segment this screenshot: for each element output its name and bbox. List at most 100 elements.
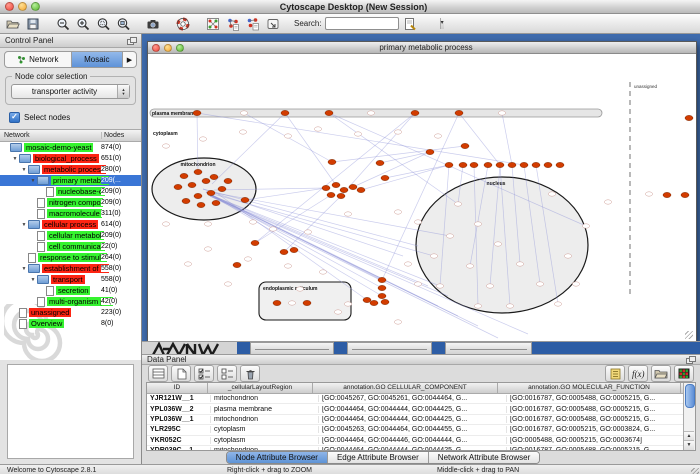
visual-styles-icon[interactable] [224, 15, 242, 32]
tree-header-nodes[interactable]: Nodes [102, 132, 141, 139]
graph-node-highlighted[interactable] [210, 174, 218, 179]
network-canvas[interactable]: plasma membranecytoplasmmitochondrionnuc… [148, 54, 694, 340]
graph-node-unhighlighted[interactable] [269, 227, 276, 231]
network-view-window[interactable]: primary metabolic process plasma membran… [147, 41, 697, 342]
tab-node-attribute-browser[interactable]: Node Attribute Browser [227, 452, 327, 463]
graph-node-unhighlighted[interactable] [394, 130, 401, 134]
graph-node-highlighted[interactable] [685, 115, 693, 120]
graph-edge[interactable] [502, 113, 512, 165]
graph-node-unhighlighted[interactable] [204, 222, 211, 226]
tree-item-macromolecule[interactable]: macromolecule311(0) [0, 208, 141, 219]
select-nodes-checkbox[interactable]: ✓ [9, 112, 20, 123]
import-attributes-icon[interactable] [651, 365, 671, 382]
graph-node-highlighted[interactable] [280, 249, 288, 254]
graph-node-highlighted[interactable] [340, 187, 348, 192]
zoom-selected-icon[interactable] [94, 15, 112, 32]
scrollbar-thumb[interactable] [685, 384, 695, 408]
graph-node-unhighlighted[interactable] [394, 320, 401, 324]
graph-node-highlighted[interactable] [378, 277, 386, 282]
column-header[interactable]: ID [147, 383, 208, 393]
graph-node-unhighlighted[interactable] [249, 220, 256, 224]
graph-node-highlighted[interactable] [363, 297, 371, 302]
graph-node-unhighlighted[interactable] [486, 284, 493, 288]
graph-node-highlighted[interactable] [508, 162, 516, 167]
graph-node-highlighted[interactable] [233, 262, 241, 267]
expand-arrow-icon[interactable]: ▼ [20, 167, 28, 173]
table-row[interactable]: YDR039C__1mitochondrion[GO:0044464, GO:0… [147, 446, 683, 450]
graph-node-highlighted[interactable] [459, 162, 467, 167]
tree-item-cellular-process[interactable]: ▼cellular process614(0) [0, 219, 141, 230]
graph-node-unhighlighted[interactable] [516, 262, 523, 266]
table-row[interactable]: YJR121W__1mitochondrion[GO:0045267, GO:0… [147, 394, 683, 404]
graph-edge[interactable] [459, 113, 500, 165]
table-mode-icon[interactable] [148, 365, 168, 382]
graph-node-unhighlighted[interactable] [548, 192, 555, 196]
graph-node-unhighlighted[interactable] [304, 230, 311, 234]
background-window-corner[interactable] [432, 342, 445, 354]
graph-node-unhighlighted[interactable] [494, 242, 501, 246]
tree-item-response-to-stimulu[interactable]: response to stimulu264(0) [0, 252, 141, 263]
expand-arrow-icon[interactable]: ▼ [29, 178, 37, 184]
network-minimize-button[interactable] [164, 44, 172, 52]
graph-node-unhighlighted[interactable] [446, 234, 453, 238]
float-panel-icon[interactable] [127, 37, 136, 45]
graph-node-highlighted[interactable] [251, 240, 259, 245]
graph-node-unhighlighted[interactable] [354, 132, 361, 136]
graph-node-highlighted[interactable] [218, 186, 226, 191]
graph-node-highlighted[interactable] [681, 192, 689, 197]
tab-network-attribute-browser[interactable]: Network Attribute Browser [428, 452, 539, 463]
graph-node-unhighlighted[interactable] [344, 212, 351, 216]
graph-node-highlighted[interactable] [349, 184, 357, 189]
graph-node-unhighlighted[interactable] [414, 282, 421, 286]
graph-node-highlighted[interactable] [381, 299, 389, 304]
function-builder-icon[interactable]: f(x) [628, 365, 648, 382]
save-icon[interactable] [24, 15, 42, 32]
graph-node-highlighted[interactable] [281, 110, 289, 115]
graph-node-unhighlighted[interactable] [474, 304, 481, 308]
close-window-button[interactable] [5, 2, 14, 11]
float-panel-icon[interactable] [686, 356, 695, 364]
graph-node-unhighlighted[interactable] [430, 254, 437, 258]
graph-node-highlighted[interactable] [180, 173, 188, 178]
background-window-fragment[interactable] [347, 342, 432, 354]
expand-arrow-icon[interactable]: ▼ [20, 222, 28, 228]
network-zoom-button[interactable] [176, 44, 184, 52]
annotation-icon[interactable] [264, 15, 282, 32]
graph-node-highlighted[interactable] [337, 193, 345, 198]
graph-node-unhighlighted[interactable] [239, 130, 246, 134]
background-window-fragment[interactable] [445, 342, 532, 354]
zoom-out-icon[interactable] [54, 15, 72, 32]
graph-node-unhighlighted[interactable] [474, 222, 481, 226]
graph-node-highlighted[interactable] [194, 193, 202, 198]
graph-node-unhighlighted[interactable] [394, 210, 401, 214]
network-overview-icon[interactable] [204, 15, 222, 32]
graph-node-unhighlighted[interactable] [244, 257, 251, 261]
graph-edge[interactable] [329, 113, 458, 204]
zoom-in-icon[interactable] [74, 15, 92, 32]
graph-node-highlighted[interactable] [378, 293, 386, 298]
app-resize-grip[interactable] [691, 468, 699, 474]
tree-item-primary-metabol[interactable]: ▼primary metabol209(... [0, 175, 141, 186]
graph-node-unhighlighted[interactable] [582, 224, 589, 228]
graph-node-highlighted[interactable] [376, 160, 384, 165]
tab-mosaic[interactable]: Mosaic [71, 52, 123, 67]
graph-node-highlighted[interactable] [303, 300, 311, 305]
background-window-corner[interactable] [237, 342, 250, 354]
network-close-button[interactable] [152, 44, 160, 52]
graph-node-highlighted[interactable] [202, 178, 210, 183]
table-row[interactable]: YLR295Ccytoplasm[GO:0045263, GO:0044464,… [147, 425, 683, 435]
graph-node-unhighlighted[interactable] [498, 111, 505, 115]
graph-node-highlighted[interactable] [461, 143, 469, 148]
graph-node-unhighlighted[interactable] [454, 202, 461, 206]
expand-arrow-icon[interactable]: ▼ [29, 277, 37, 283]
tree-item-cellular-metabol[interactable]: cellular metabol209(0) [0, 230, 141, 241]
graph-node-unhighlighted[interactable] [572, 282, 579, 286]
graph-node-highlighted[interactable] [532, 162, 540, 167]
graph-node-highlighted[interactable] [496, 162, 504, 167]
unselect-attributes-icon[interactable] [217, 365, 237, 382]
graph-node-unhighlighted[interactable] [319, 270, 326, 274]
graph-node-highlighted[interactable] [322, 185, 330, 190]
graph-node-highlighted[interactable] [332, 182, 340, 187]
graph-node-highlighted[interactable] [325, 110, 333, 115]
zoom-fit-icon[interactable] [114, 15, 132, 32]
